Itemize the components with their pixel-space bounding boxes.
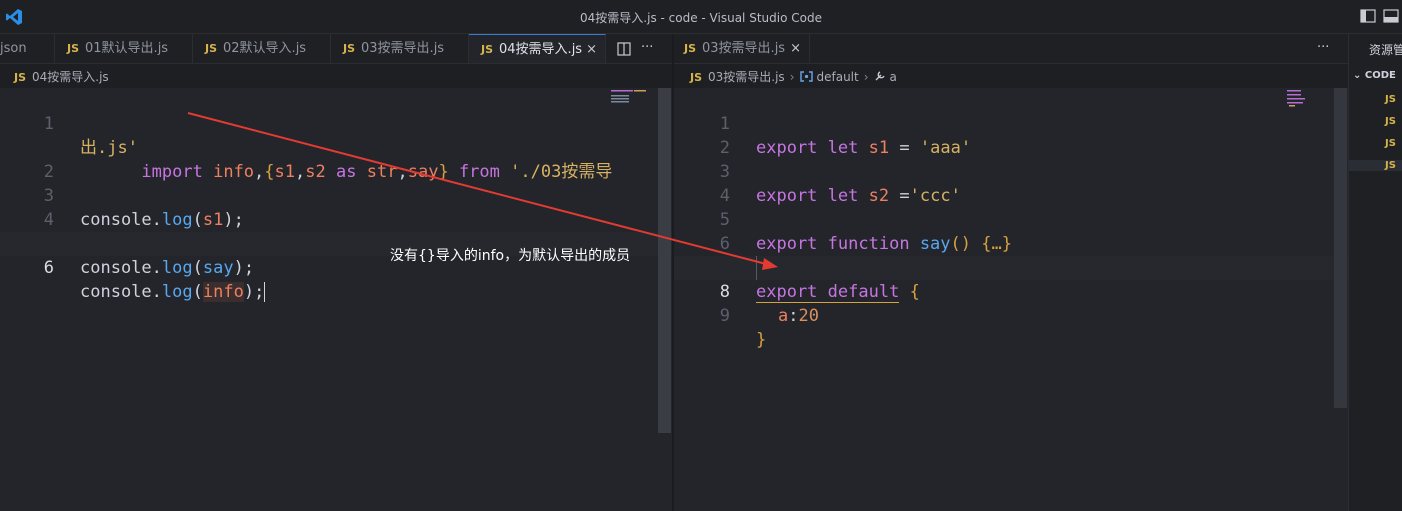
left-breadcrumb: JS 04按需导入.js	[14, 67, 109, 87]
identifier: info	[202, 282, 244, 302]
js-file-icon: JS	[684, 42, 697, 55]
js-file-icon: JS	[690, 71, 703, 84]
wrench-icon	[875, 71, 885, 81]
toggle-panel-icon[interactable]	[1383, 9, 1399, 23]
line-number: 6	[43, 258, 54, 278]
punctuation: (	[192, 282, 203, 302]
function-name: log	[161, 282, 193, 302]
code-line-wrapped: 出.js'	[0, 112, 672, 158]
code-line: 1 import info,{s1,s2 as str,say} from '.…	[0, 88, 672, 182]
js-file-icon: JS	[205, 42, 218, 55]
tab-label: 04按需导入.js	[499, 42, 583, 57]
identifier: console	[80, 282, 152, 302]
punctuation: .	[151, 258, 162, 278]
breadcrumb-separator: ›	[863, 70, 869, 84]
tab-json[interactable]: json	[0, 34, 55, 63]
breadcrumb-file[interactable]: 04按需导入.js	[32, 70, 109, 84]
tab-label: 03按需导出.js	[361, 41, 445, 56]
code-line: 3 console.log(s1);	[0, 160, 672, 230]
left-tab-bar: json JS 01默认导出.js JS 02默认导入.js JS 03按需导出.js…	[0, 34, 672, 64]
tab-label: 01默认导出.js	[85, 41, 169, 56]
breadcrumb-file[interactable]: 03按需导出.js	[708, 70, 785, 84]
js-file-icon: JS	[67, 42, 80, 55]
tab-label: 03按需导出.js	[702, 41, 786, 56]
punctuation: :	[788, 306, 799, 326]
left-editor[interactable]: 1 import info,{s1,s2 as str,say} from '.…	[0, 88, 672, 511]
right-editor[interactable]: 1 export let s1 = 'aaa' 2 3 export let s…	[674, 88, 1348, 511]
code-line: 2	[674, 112, 1348, 158]
tab-02[interactable]: JS 02默认导入.js	[193, 34, 331, 63]
tab-03-right[interactable]: JS 03按需导出.js ×	[674, 34, 810, 63]
line-number: 9	[719, 306, 730, 326]
text-cursor	[264, 282, 266, 302]
tab-label: 02默认导入.js	[223, 41, 307, 56]
identifier: console	[80, 258, 152, 278]
split-editor-icon[interactable]	[617, 42, 631, 56]
punctuation: .	[151, 282, 162, 302]
tab-label: json	[0, 41, 27, 56]
explorer-file-js[interactable]: JS	[1385, 94, 1396, 105]
tab-01[interactable]: JS 01默认导出.js	[55, 34, 193, 63]
minimap[interactable]	[608, 88, 658, 108]
more-actions-icon[interactable]: ···	[1317, 40, 1329, 55]
breadcrumb-symbol[interactable]: default	[817, 70, 859, 84]
explorer-sidebar: 资源管理 ⌄ CODE JS JS JS JS	[1348, 34, 1402, 511]
explorer-file-js-selected[interactable]: JS	[1349, 160, 1402, 171]
toggle-sidebar-icon[interactable]	[1360, 9, 1376, 23]
punctuation: (	[192, 258, 203, 278]
right-tab-bar: JS 03按需导出.js × ···	[674, 34, 1348, 64]
number-literal: 20	[798, 306, 819, 326]
chevron-down-icon: ⌄	[1353, 70, 1362, 81]
code-line: 6	[674, 208, 1348, 254]
function-name: log	[161, 258, 193, 278]
window-title: 04按需导入.js - code - Visual Studio Code	[580, 11, 822, 25]
code-line: 7 export default {	[674, 232, 1348, 303]
minimap-preview	[1287, 90, 1305, 107]
minimap-preview	[611, 90, 646, 103]
identifier: say	[202, 258, 234, 278]
code-line-current: 8 a:20	[674, 256, 1348, 326]
tab-03[interactable]: JS 03按需导出.js	[331, 34, 469, 63]
code-line: 9 }	[674, 280, 1348, 350]
js-file-icon: JS	[343, 42, 356, 55]
code-line: 5 console.log(say);	[0, 208, 672, 278]
tab-04-active[interactable]: JS 04按需导入.js ×	[469, 34, 606, 63]
code-line: 5 export function say() {…}	[674, 184, 1348, 254]
explorer-section-code[interactable]: ⌄ CODE	[1353, 70, 1396, 81]
property-key: a	[778, 306, 789, 326]
punctuation: );	[233, 258, 255, 278]
section-label: CODE	[1364, 70, 1396, 81]
explorer-title: 资源管理	[1369, 43, 1402, 57]
js-file-icon: JS	[14, 71, 27, 84]
vertical-scrollbar[interactable]	[1334, 88, 1347, 408]
code-line: 2	[0, 136, 672, 182]
brace: }	[756, 330, 767, 350]
close-icon[interactable]: ×	[790, 34, 801, 63]
explorer-file-js[interactable]: JS	[1385, 138, 1396, 149]
code-line: 4	[674, 160, 1348, 206]
js-file-icon: JS	[481, 43, 494, 56]
explorer-file-js[interactable]: JS	[1385, 116, 1396, 127]
title-bar: 04按需导入.js - code - Visual Studio Code	[0, 0, 1402, 34]
close-icon[interactable]: ×	[586, 35, 597, 63]
right-breadcrumb: JS 03按需导出.js › default › a	[690, 67, 897, 87]
object-symbol-icon	[799, 71, 813, 82]
code-line: 3 export let s2 ='ccc'	[674, 136, 1348, 206]
breadcrumb-property[interactable]: a	[890, 70, 897, 84]
annotation-text: 没有{}导入的info，为默认导出的成员	[390, 248, 631, 264]
indent-guide	[756, 256, 757, 280]
code-line: 4 console.log(str);	[0, 184, 672, 254]
breadcrumb-separator: ›	[789, 70, 795, 84]
more-actions-icon[interactable]: ···	[641, 40, 653, 55]
punctuation: );	[243, 282, 265, 302]
vertical-scrollbar[interactable]	[658, 88, 671, 433]
code-line: 1 export let s1 = 'aaa'	[674, 88, 1348, 158]
minimap[interactable]	[1284, 88, 1334, 118]
